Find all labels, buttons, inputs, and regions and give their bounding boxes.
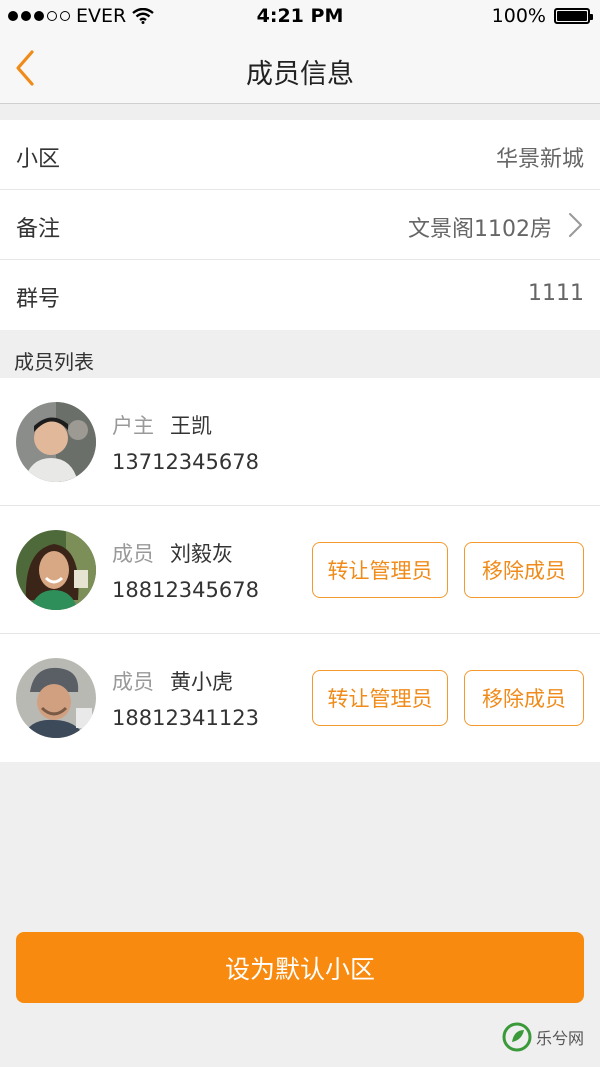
remove-member-button[interactable]: 移除成员 <box>464 542 584 598</box>
navigation-bar: 成员信息 <box>0 34 600 104</box>
member-role: 成员 <box>112 542 154 566</box>
remove-member-button[interactable]: 移除成员 <box>464 670 584 726</box>
group-number-label: 群号 <box>16 287 61 312</box>
transfer-admin-button[interactable]: 转让管理员 <box>312 542 448 598</box>
watermark: 乐兮网 <box>502 1022 584 1052</box>
status-right: 100% <box>491 5 593 27</box>
member-phone: 13712345678 <box>112 450 259 474</box>
transfer-admin-button[interactable]: 转让管理员 <box>312 670 448 726</box>
member-name: 王凯 <box>170 414 212 438</box>
remark-label: 备注 <box>16 217 61 242</box>
member-row-owner: 户主 王凯 13712345678 <box>0 378 600 506</box>
member-name: 黄小虎 <box>170 670 233 694</box>
info-row-remark[interactable]: 备注 文景阁1102房 <box>0 190 600 260</box>
avatar <box>16 658 96 738</box>
avatar <box>16 530 96 610</box>
member-row: 成员 刘毅灰 18812345678 转让管理员 移除成员 <box>0 506 600 634</box>
info-row-group-number: 群号 1111 <box>0 260 600 330</box>
community-info-card: 小区 华景新城 备注 文景阁1102房 群号 1111 <box>0 120 600 330</box>
leaf-logo-icon <box>502 1022 532 1052</box>
member-list-header: 成员列表 <box>0 338 600 378</box>
community-value: 华景新城 <box>495 147 584 172</box>
community-label: 小区 <box>16 147 61 172</box>
member-name: 刘毅灰 <box>170 542 233 566</box>
page-title: 成员信息 <box>246 59 354 90</box>
battery-icon <box>554 8 593 24</box>
member-phone: 18812345678 <box>112 578 259 602</box>
member-role: 成员 <box>112 670 154 694</box>
remark-value: 文景阁1102房 <box>408 217 552 242</box>
member-list: 户主 王凯 13712345678 成员 刘毅灰 18812345678 转让管… <box>0 378 600 762</box>
info-row-community: 小区 华景新城 <box>0 120 600 190</box>
group-number-value: 1111 <box>528 281 584 306</box>
set-default-community-button[interactable]: 设为默认小区 <box>16 932 584 1003</box>
battery-percentage: 100% <box>491 5 546 27</box>
member-row: 成员 黄小虎 18812341123 转让管理员 移除成员 <box>0 634 600 762</box>
member-list-title: 成员列表 <box>14 350 94 374</box>
chevron-right-icon <box>569 213 582 237</box>
status-bar: EVER 4:21 PM 100% <box>0 0 600 34</box>
member-role: 户主 <box>112 414 154 438</box>
watermark-text: 乐兮网 <box>536 1029 585 1048</box>
member-phone: 18812341123 <box>112 706 259 730</box>
avatar <box>16 402 96 482</box>
